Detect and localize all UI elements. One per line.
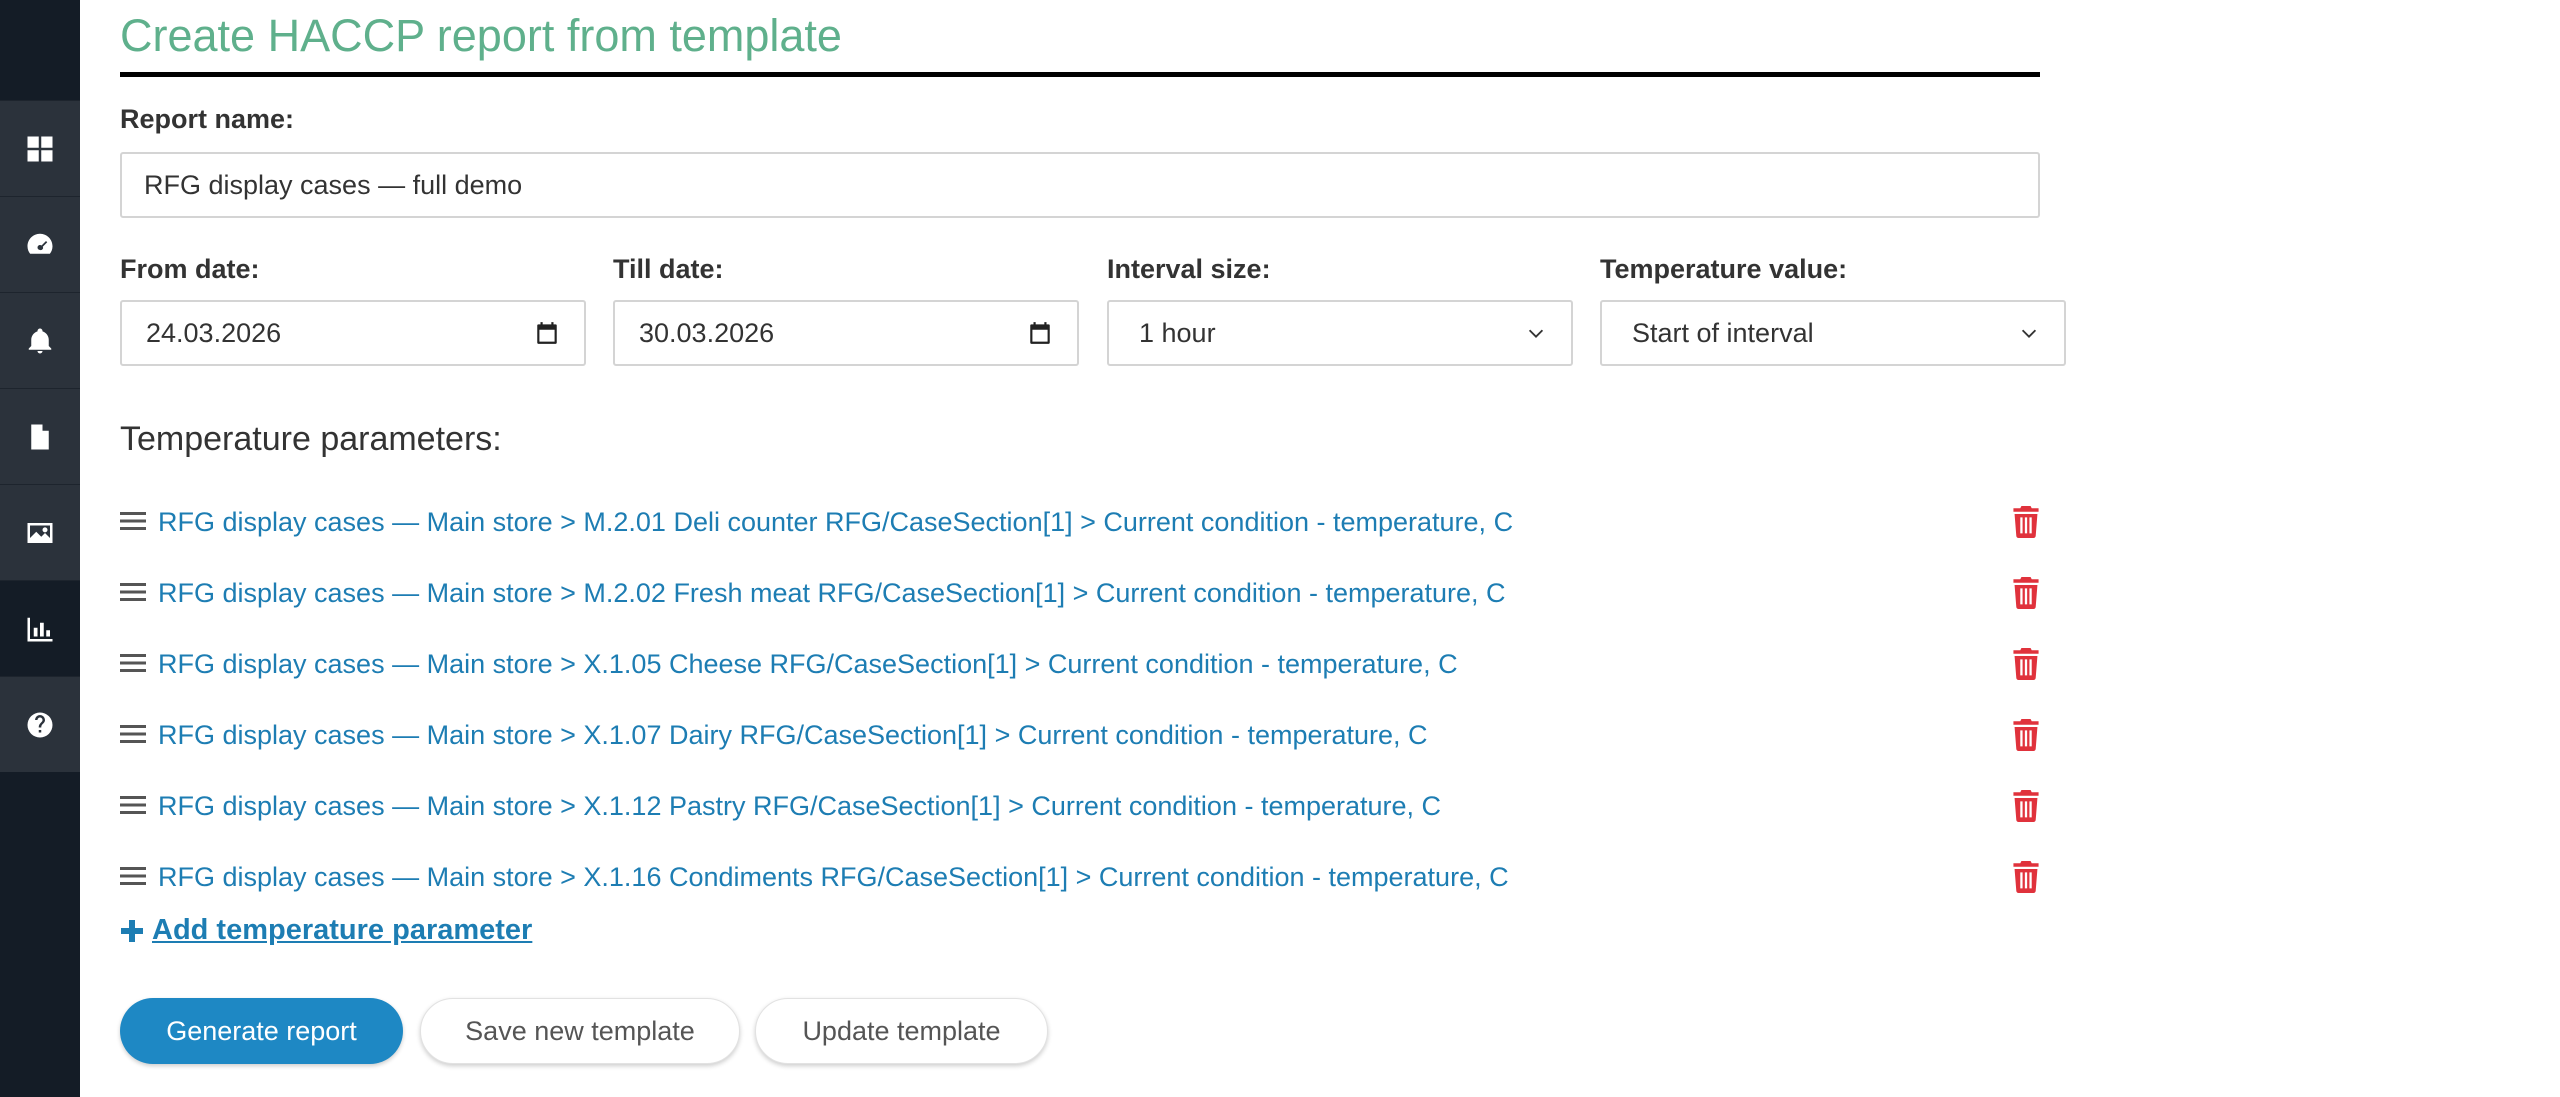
plus-icon: [121, 919, 143, 942]
bell-icon: [28, 328, 52, 353]
sidebar-item-documents[interactable]: [0, 388, 80, 484]
parameter-link[interactable]: RFG display cases — Main store > X.1.05 …: [158, 639, 1458, 689]
temperature-value-label: Temperature value:: [1600, 254, 1848, 284]
chevron-down-icon: [1528, 329, 1544, 338]
interval-size-select[interactable]: 1 hour: [1107, 300, 1573, 366]
parameter-row: RFG display cases — Main store > X.1.16 …: [120, 852, 2040, 902]
gauge-icon: [27, 233, 53, 254]
chevron-down-icon: [2021, 329, 2037, 338]
file-icon: [31, 424, 49, 449]
parameter-row: RFG display cases — Main store > X.1.07 …: [120, 710, 2040, 760]
sidebar-item-dashboard[interactable]: [0, 100, 80, 196]
till-date-label: Till date:: [613, 254, 724, 284]
parameter-row: RFG display cases — Main store > M.2.01 …: [120, 497, 2040, 547]
interval-size-label: Interval size:: [1107, 254, 1271, 284]
delete-icon[interactable]: [2012, 861, 2040, 893]
chart-icon: [27, 617, 53, 641]
save-new-template-button[interactable]: Save new template: [420, 998, 740, 1064]
temperature-value-value: Start of interval: [1632, 317, 1814, 348]
report-name-input[interactable]: [120, 152, 2040, 218]
calendar-icon[interactable]: [1027, 320, 1053, 346]
till-date-value: 30.03.2026: [639, 317, 775, 348]
drag-handle-icon[interactable]: [120, 580, 146, 604]
parameter-row: RFG display cases — Main store > M.2.02 …: [120, 568, 2040, 618]
drag-handle-icon[interactable]: [120, 509, 146, 533]
calendar-icon[interactable]: [534, 320, 560, 346]
temperature-value-select[interactable]: Start of interval: [1600, 300, 2066, 366]
drag-handle-icon[interactable]: [120, 793, 146, 817]
delete-icon[interactable]: [2012, 719, 2040, 751]
parameter-link[interactable]: RFG display cases — Main store > X.1.07 …: [158, 710, 1428, 760]
delete-icon[interactable]: [2012, 790, 2040, 822]
sidebar-item-alarms[interactable]: [0, 292, 80, 388]
delete-icon[interactable]: [2012, 506, 2040, 538]
interval-size-value: 1 hour: [1139, 317, 1216, 348]
till-date-input[interactable]: 30.03.2026: [613, 300, 1079, 366]
temperature-parameters-heading: Temperature parameters:: [120, 420, 502, 458]
from-date-input[interactable]: 24.03.2026: [120, 300, 586, 366]
drag-handle-icon[interactable]: [120, 722, 146, 746]
help-icon: [27, 712, 53, 737]
report-name-label: Report name:: [120, 104, 295, 134]
dashboard-icon: [27, 136, 53, 161]
parameter-link[interactable]: RFG display cases — Main store > M.2.01 …: [158, 497, 1513, 547]
image-icon: [27, 522, 53, 543]
drag-handle-icon[interactable]: [120, 651, 146, 675]
sidebar-item-images[interactable]: [0, 484, 80, 580]
generate-report-button[interactable]: Generate report: [120, 998, 403, 1064]
from-date-value: 24.03.2026: [146, 317, 282, 348]
sidebar-item-help[interactable]: [0, 676, 80, 772]
parameter-link[interactable]: RFG display cases — Main store > X.1.16 …: [158, 852, 1509, 902]
delete-icon[interactable]: [2012, 577, 2040, 609]
parameter-row: RFG display cases — Main store > X.1.05 …: [120, 639, 2040, 689]
from-date-label: From date:: [120, 254, 260, 284]
title-divider: [120, 72, 2040, 77]
delete-icon[interactable]: [2012, 648, 2040, 680]
drag-handle-icon[interactable]: [120, 864, 146, 888]
parameter-row: RFG display cases — Main store > X.1.12 …: [120, 781, 2040, 831]
add-temperature-parameter-link[interactable]: Add temperature parameter: [120, 914, 532, 947]
sidebar: [0, 0, 80, 1097]
page-title: Create HACCP report from template: [120, 10, 842, 61]
add-temperature-parameter-label: Add temperature parameter: [152, 914, 533, 946]
sidebar-item-reports[interactable]: [0, 580, 80, 676]
parameter-link[interactable]: RFG display cases — Main store > M.2.02 …: [158, 568, 1506, 618]
sidebar-item-gauge[interactable]: [0, 196, 80, 292]
parameter-link[interactable]: RFG display cases — Main store > X.1.12 …: [158, 781, 1441, 831]
update-template-button[interactable]: Update template: [755, 998, 1048, 1064]
